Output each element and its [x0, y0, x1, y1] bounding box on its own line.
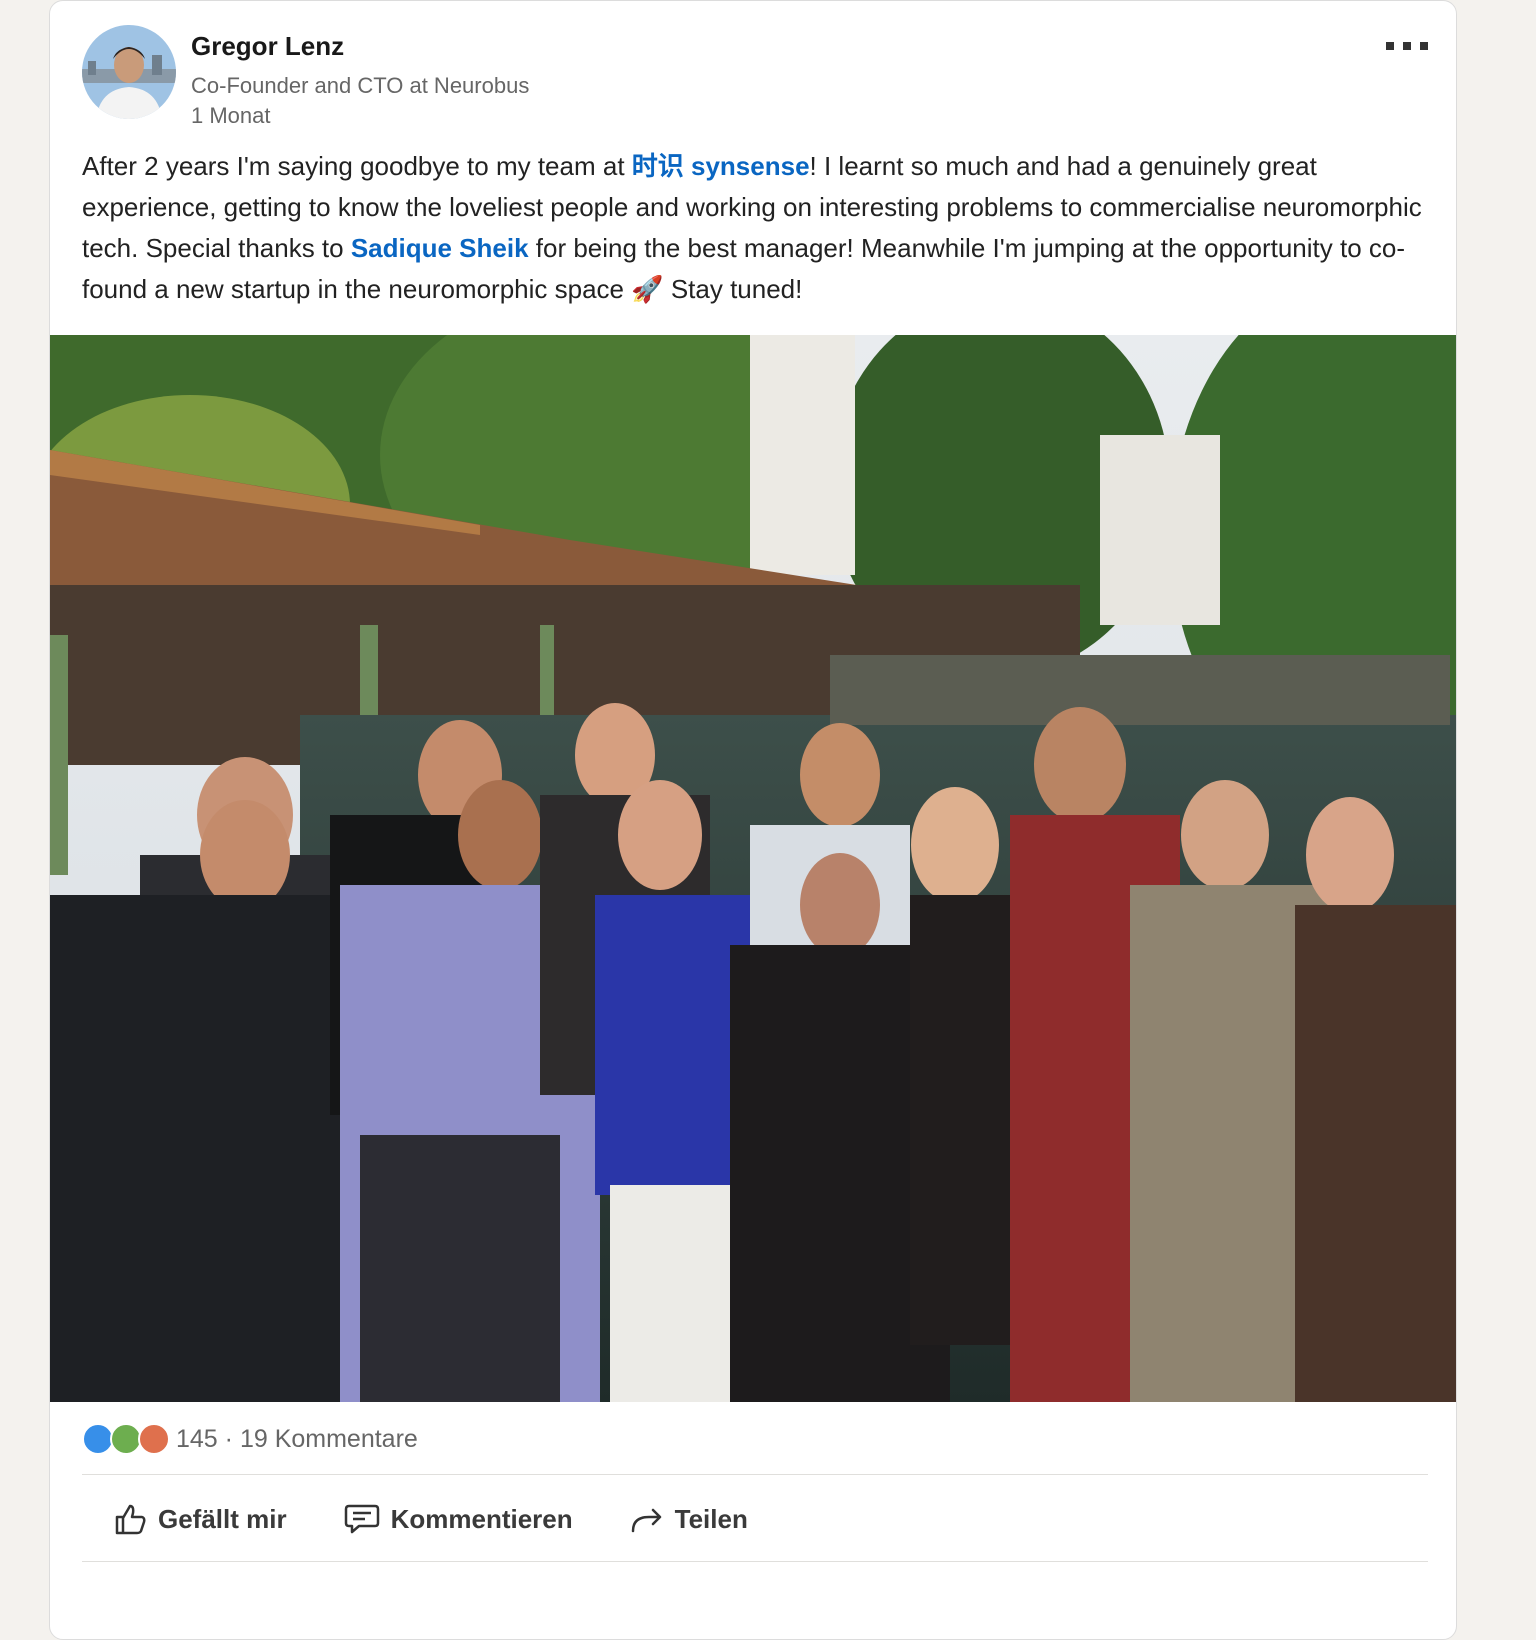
comment-label: Kommentieren: [390, 1503, 573, 1534]
divider: [82, 1474, 1428, 1475]
post-photo[interactable]: [50, 265, 1456, 1402]
rocket-emoji: 🚀: [631, 274, 664, 304]
like-button[interactable]: Gefällt mir: [112, 1501, 287, 1537]
love-reaction-icon: [138, 1423, 170, 1455]
author-name[interactable]: Gregor Lenz: [191, 31, 344, 62]
share-button[interactable]: Teilen: [629, 1501, 748, 1537]
reactions-summary[interactable]: 145 · 19 Kommentare: [82, 1421, 418, 1457]
divider: [82, 1561, 1428, 1562]
comment-icon: [344, 1504, 379, 1534]
action-bar: Gefällt mir Kommentieren Teilen: [82, 1491, 804, 1547]
post-body: After 2 years I'm saying goodbye to my t…: [82, 146, 1442, 310]
post-card: Gregor Lenz Co-Founder and CTO at Neurob…: [49, 0, 1457, 1640]
stats-separator: ·: [217, 1424, 240, 1453]
share-label: Teilen: [674, 1503, 748, 1534]
reaction-icons: [82, 1423, 170, 1455]
post-text-segment: After 2 years I'm saying goodbye to my t…: [82, 151, 632, 181]
person-mention-link[interactable]: Sadique Sheik: [351, 233, 529, 263]
author-avatar[interactable]: [82, 25, 176, 119]
like-label: Gefällt mir: [158, 1503, 287, 1534]
thumbs-up-icon: [115, 1504, 146, 1535]
more-options-icon[interactable]: [1386, 29, 1428, 60]
reaction-count[interactable]: 145: [176, 1425, 218, 1453]
comment-button[interactable]: Kommentieren: [343, 1501, 573, 1537]
comment-count[interactable]: 19 Kommentare: [240, 1425, 418, 1453]
company-mention-link[interactable]: 时识 synsense: [632, 151, 810, 181]
post-text-segment: Stay tuned!: [663, 274, 803, 304]
author-headline: Co-Founder and CTO at Neurobus: [191, 73, 530, 98]
post-time: 1 Monat: [191, 103, 271, 128]
share-arrow-icon: [631, 1508, 661, 1533]
